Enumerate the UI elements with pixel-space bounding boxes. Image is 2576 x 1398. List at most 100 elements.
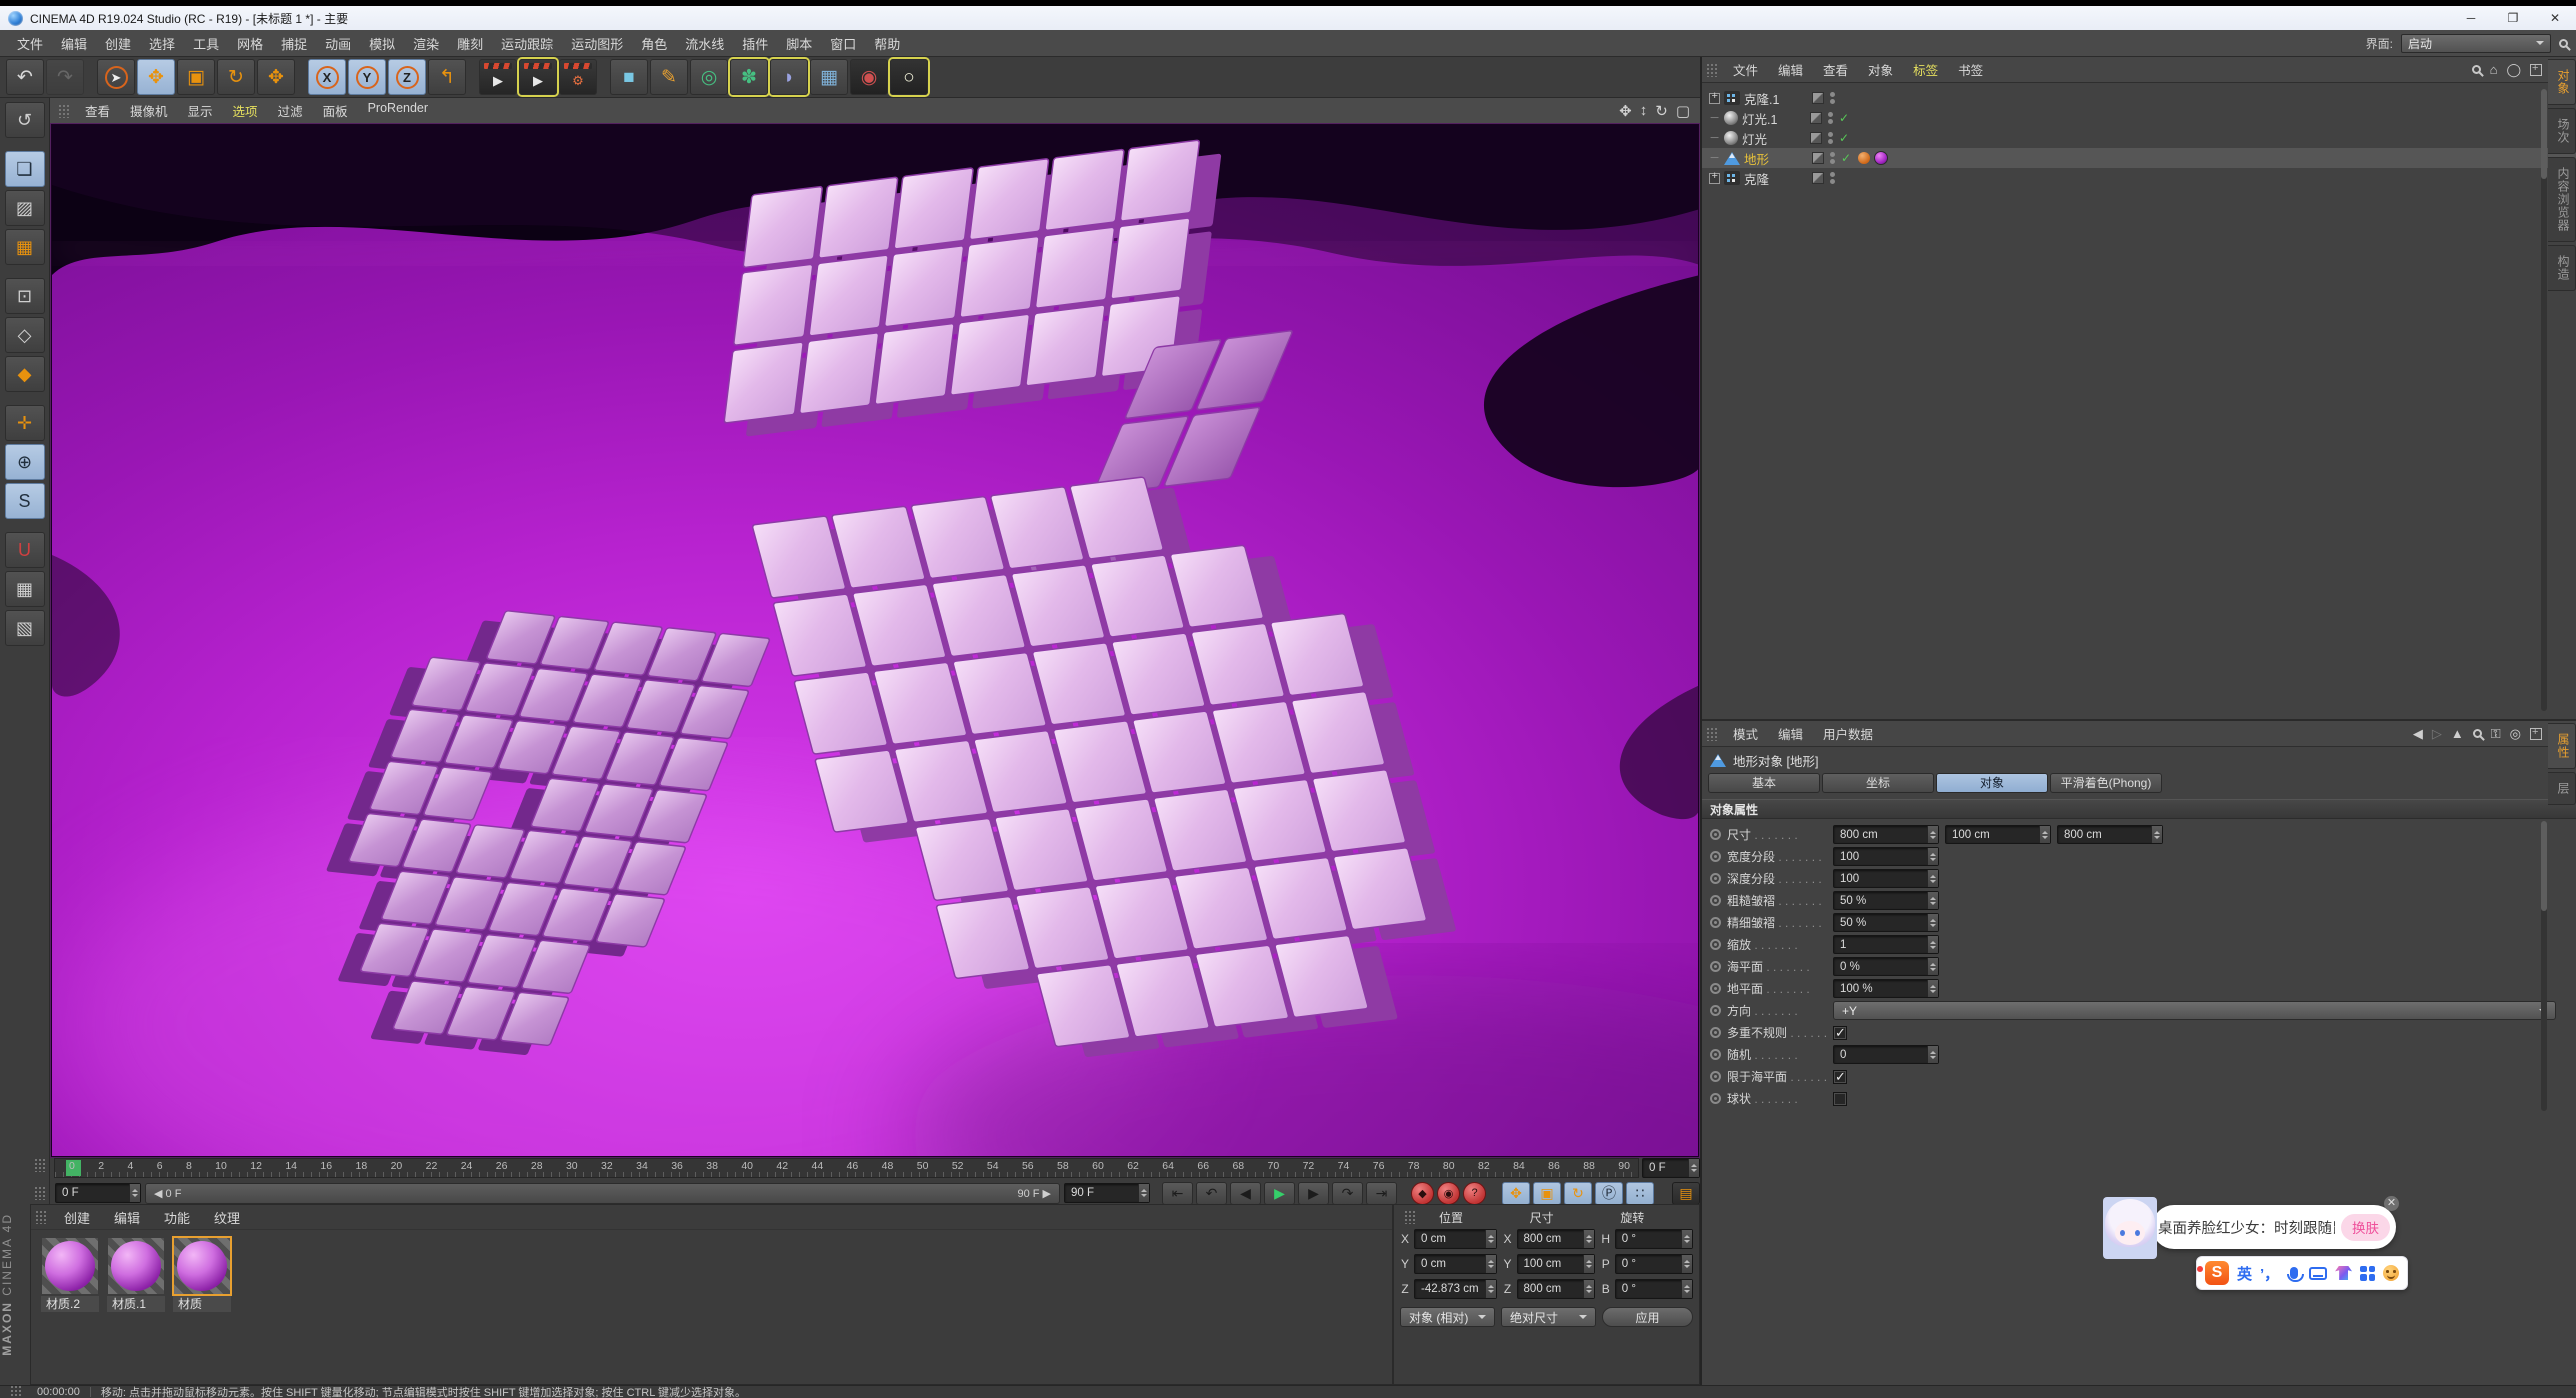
material-preview[interactable] [108,1238,164,1294]
menu-item[interactable]: 流水线 [676,34,733,53]
layer-icon[interactable] [1810,132,1822,144]
manager-tab[interactable]: 层 [2548,772,2576,805]
interface-dropdown[interactable]: 启动 [2401,34,2551,53]
record-rotation-toggle[interactable]: ↻ [1564,1182,1592,1205]
attribute-menu-item[interactable]: 编辑 [1768,724,1813,743]
quantize-button[interactable]: S [5,483,45,519]
menu-item[interactable]: 捕捉 [272,34,316,53]
keyboard-icon[interactable] [2309,1267,2327,1280]
record-parameter-toggle[interactable]: Ⓟ [1595,1182,1623,1205]
rough-furrows-input[interactable]: 50 % [1833,891,1939,910]
material-menu-item[interactable]: 功能 [152,1208,202,1227]
lock-z-button[interactable]: Z [388,59,426,95]
size-y-input[interactable]: 100 cm [1945,825,2051,844]
manager-tab[interactable]: 场次 [2548,108,2576,154]
render-to-picture-viewer-button[interactable]: ▶ [519,59,557,95]
rotation-h-field[interactable]: 0 ° [1615,1229,1693,1249]
object-manager-menu-item[interactable]: 查看 [1813,60,1858,79]
viewport-menu-item[interactable]: 过滤 [268,101,313,120]
attribute-tab[interactable]: 坐标 [1822,773,1934,793]
size-mode-dropdown[interactable]: 绝对尺寸 [1501,1307,1596,1327]
ime-punctuation-toggle[interactable]: ’， [2260,1263,2279,1284]
play-button[interactable]: ▶ [1264,1182,1295,1205]
undo-button[interactable]: ↶ [6,59,44,95]
size-z-field[interactable]: 800 cm [1517,1279,1595,1299]
viewport-menu-item[interactable]: ProRender [358,101,438,120]
key-circle-icon[interactable] [1710,1027,1721,1038]
target-icon[interactable]: ◎ [2510,726,2521,742]
coordinate-mode-dropdown[interactable]: 对象 (相对) [1400,1307,1495,1327]
panel-grip[interactable] [1706,63,1719,77]
menu-item[interactable]: 运动图形 [562,34,632,53]
position-y-field[interactable]: 0 cm [1414,1254,1497,1274]
limit-sea-level-checkbox[interactable] [1833,1070,1847,1084]
size-x-input[interactable]: 800 cm [1833,825,1939,844]
menu-item[interactable]: 选择 [140,34,184,53]
attribute-menu-item[interactable]: 用户数据 [1813,724,1883,743]
phong-tag[interactable] [1858,152,1870,164]
prev-key-button[interactable]: ↶ [1196,1182,1227,1205]
fine-furrows-input[interactable]: 50 % [1833,913,1939,932]
move-button[interactable]: ✥ [137,59,175,95]
object-manager-menu-item[interactable]: 编辑 [1768,60,1813,79]
autokey-button[interactable]: ◉ [1437,1182,1460,1205]
viewport-menu-item[interactable]: 摄像机 [120,101,178,120]
scale-button[interactable]: ▣ [177,59,215,95]
add-icon[interactable] [2530,728,2542,740]
stepper[interactable] [129,1184,140,1202]
rotation-p-field[interactable]: 0 ° [1615,1254,1693,1274]
layer-icon[interactable] [1810,112,1822,124]
object-manager-menu-item[interactable]: 对象 [1858,60,1903,79]
visibility-dots[interactable] [1828,132,1833,144]
material-preview[interactable] [42,1238,98,1294]
material-tag[interactable] [1874,151,1888,165]
object-row[interactable]: ─ 灯光 ✓ [1702,128,2576,148]
menu-item[interactable]: 工具 [184,34,228,53]
live-selection-button[interactable]: ➤ [97,59,135,95]
promo-popup[interactable]: 桌面养脸红少女：时刻跟随鼠标 换肤 [2152,1205,2396,1249]
primitives-button[interactable]: ■ [610,59,648,95]
enabled-check[interactable]: ✓ [1841,151,1854,165]
layer-icon[interactable] [1812,152,1824,164]
goto-end-button[interactable]: ⇥ [1366,1182,1397,1205]
history-back-icon[interactable]: ◀ [2413,726,2423,742]
key-circle-icon[interactable] [1710,939,1721,950]
menu-item[interactable]: 雕刻 [448,34,492,53]
key-circle-icon[interactable] [1710,895,1721,906]
last-tool-button[interactable]: ✥ [257,59,295,95]
panel-grip[interactable] [34,1186,47,1200]
object-manager-menu-item[interactable]: 标签 [1903,60,1948,79]
material-swatch[interactable]: 材质 [173,1238,231,1312]
object-row-selected[interactable]: ─ 地形 ✓ [1702,148,2576,168]
expand-toggle[interactable] [1709,173,1720,184]
width-segments-input[interactable]: 100 [1833,847,1939,866]
home-icon[interactable]: ⌂ [2490,62,2498,77]
expand-toggle[interactable] [1709,93,1720,104]
visibility-dots[interactable] [1830,152,1835,164]
close-button[interactable]: ✕ [2534,6,2576,30]
record-scale-toggle[interactable]: ▣ [1533,1182,1561,1205]
size-x-field[interactable]: 800 cm [1517,1229,1595,1249]
viewport-canvas[interactable] [51,124,1699,1157]
lock-y-button[interactable]: Y [348,59,386,95]
key-circle-icon[interactable] [1710,873,1721,884]
coordinate-system-button[interactable]: ↰ [428,59,466,95]
lock-icon[interactable]: ⚿ [2491,726,2501,742]
material-name[interactable]: 材质.1 [107,1296,165,1312]
promo-avatar[interactable] [2103,1197,2157,1259]
minimize-button[interactable]: ─ [2450,6,2492,30]
lock-x-button[interactable]: X [308,59,346,95]
redo-button[interactable]: ↷ [46,59,84,95]
material-name[interactable]: 材质 [173,1296,231,1312]
record-pla-toggle[interactable]: ∷ [1626,1182,1654,1205]
workplane-snap-button[interactable]: ▦ [5,571,45,607]
key-circle-icon[interactable] [1710,983,1721,994]
ime-toolbox-icon[interactable] [2360,1266,2375,1281]
manager-tab[interactable]: 属性 [2548,723,2576,769]
emoji-icon[interactable] [2383,1265,2399,1281]
key-circle-icon[interactable] [1710,851,1721,862]
pick-icon[interactable]: ▲ [2451,726,2464,741]
next-key-button[interactable]: ↷ [1332,1182,1363,1205]
title-bar[interactable]: CINEMA 4D R19.024 Studio (RC - R19) - [未… [0,6,2576,30]
menu-item[interactable]: 编辑 [52,34,96,53]
